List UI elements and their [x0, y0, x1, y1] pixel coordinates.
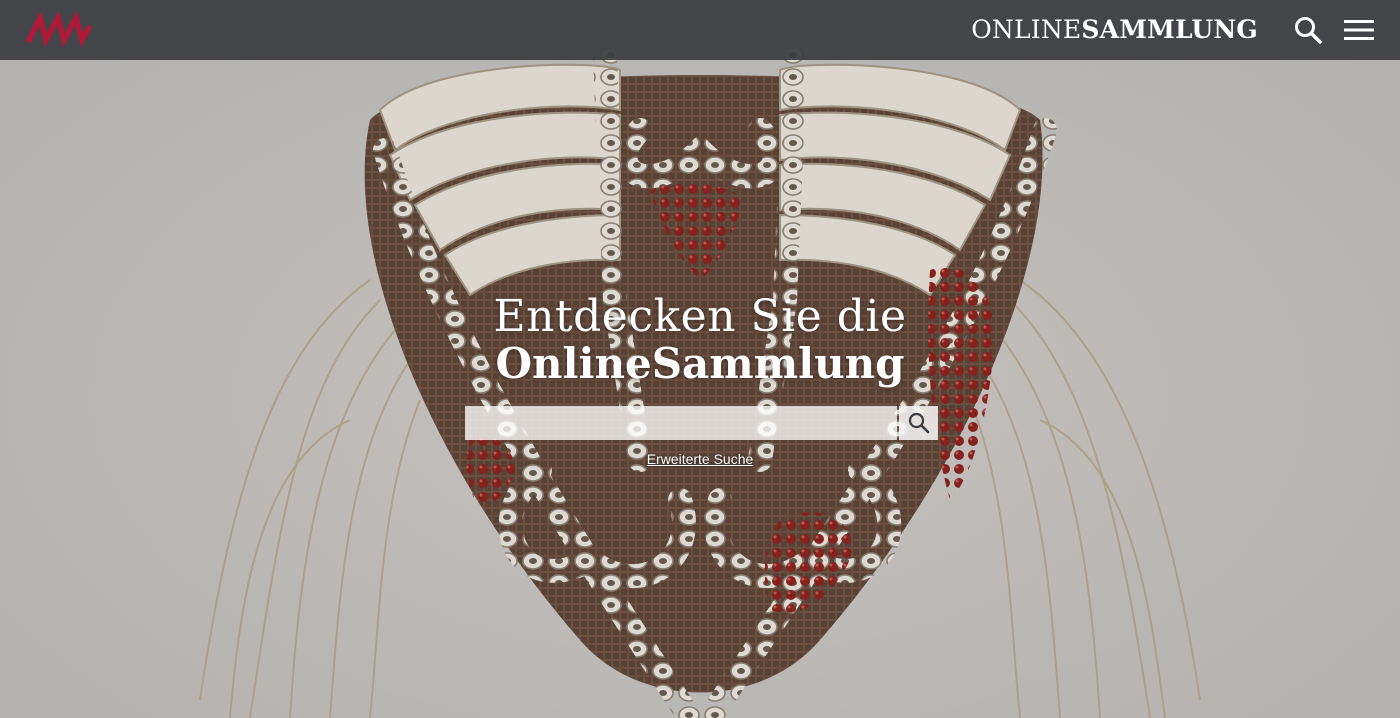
- advanced-search-link-wrapper: Erweiterte Suche: [0, 451, 1400, 469]
- brand-thin-text: ONLINE: [971, 15, 1082, 44]
- top-navigation-bar: ONLINESAMMLUNG: [0, 0, 1400, 60]
- search-icon: [908, 412, 929, 434]
- site-brand-title[interactable]: ONLINESAMMLUNG: [971, 14, 1258, 46]
- museum-logo-icon[interactable]: [25, 10, 93, 48]
- brand-bold-text: SAMMLUNG: [1081, 15, 1258, 44]
- hero-search-form: [465, 406, 938, 440]
- hero-search-submit-button[interactable]: [899, 406, 938, 440]
- hamburger-menu-icon: [1344, 20, 1374, 40]
- hamburger-menu-button[interactable]: [1342, 13, 1376, 47]
- hero-title-line1: Entdecken Sie die: [493, 291, 907, 342]
- advanced-search-link[interactable]: Erweiterte Suche: [647, 451, 754, 467]
- search-icon: [1295, 17, 1322, 44]
- header-search-button[interactable]: [1291, 13, 1325, 47]
- hero-title-line2: OnlineSammlung: [495, 339, 905, 388]
- hero-heading: Entdecken Sie die OnlineSammlung: [0, 292, 1400, 386]
- hero-search-input[interactable]: [465, 406, 897, 440]
